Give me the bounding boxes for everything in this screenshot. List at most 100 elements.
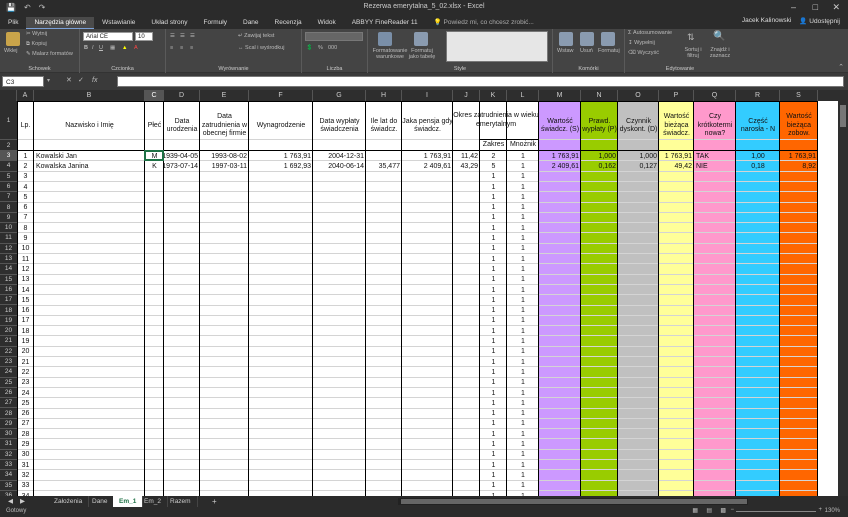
- cell-l[interactable]: 1: [507, 182, 539, 192]
- cell-k[interactable]: 1: [480, 306, 507, 316]
- cell-s[interactable]: 8,92: [780, 161, 818, 171]
- vertical-scroll-thumb[interactable]: [840, 105, 846, 127]
- column-header-L[interactable]: L: [507, 90, 539, 101]
- cell-p[interactable]: 49,42: [659, 161, 694, 171]
- cell-k[interactable]: 1: [480, 326, 507, 336]
- name-box-dropdown-icon[interactable]: ▾: [47, 77, 50, 84]
- tab-4[interactable]: Formuły: [196, 17, 235, 29]
- sort-filter-button[interactable]: Sortuj i filtruj: [680, 47, 706, 59]
- cell-k[interactable]: 1: [480, 347, 507, 357]
- cell-k[interactable]: 1: [480, 264, 507, 274]
- sort-filter-icon[interactable]: ⇅: [687, 32, 695, 43]
- row-header-18[interactable]: 18: [0, 306, 17, 316]
- row-header-29[interactable]: 29: [0, 419, 17, 430]
- cell-lp[interactable]: 26: [17, 409, 34, 419]
- cell-pension[interactable]: 1 763,91: [402, 151, 453, 161]
- align-left-icon[interactable]: ≡: [170, 45, 173, 51]
- row-header-3[interactable]: 3: [0, 151, 17, 162]
- row-header-34[interactable]: 34: [0, 470, 17, 481]
- fill-color-icon[interactable]: ▲: [122, 45, 127, 51]
- align-middle-icon[interactable]: ☰: [180, 33, 185, 39]
- cell-l[interactable]: 1: [507, 357, 539, 367]
- cell-k[interactable]: 1: [480, 233, 507, 243]
- column-header-F[interactable]: F: [249, 90, 313, 101]
- cell-hire[interactable]: 1993-08-02: [200, 151, 249, 161]
- zoom-slider[interactable]: [736, 511, 816, 512]
- horizontal-scroll-thumb[interactable]: [401, 499, 747, 504]
- cell-lp[interactable]: 32: [17, 470, 34, 480]
- cell-l[interactable]: 1: [507, 192, 539, 202]
- format-cells-icon[interactable]: [601, 32, 615, 46]
- cell-salary[interactable]: 1 763,91: [249, 151, 313, 161]
- column-header-O[interactable]: O: [618, 90, 659, 101]
- cell-lp[interactable]: 31: [17, 460, 34, 470]
- format-table-icon[interactable]: [414, 32, 428, 46]
- cell-payout[interactable]: 2040-06-14: [313, 161, 366, 171]
- underline-icon[interactable]: U: [99, 45, 103, 51]
- cell-l[interactable]: 1: [507, 481, 539, 491]
- cell-p[interactable]: 1 763,91: [659, 151, 694, 161]
- cell-lp[interactable]: 15: [17, 295, 34, 305]
- row-header-26[interactable]: 26: [0, 388, 17, 399]
- sheet-tab-4[interactable]: Razem: [164, 496, 198, 507]
- cell-l[interactable]: 1: [507, 223, 539, 233]
- paste-icon[interactable]: [6, 32, 20, 46]
- cell-lp[interactable]: 24: [17, 388, 34, 398]
- column-header-R[interactable]: R: [736, 90, 780, 101]
- cell-lp[interactable]: 8: [17, 223, 34, 233]
- cell-k[interactable]: 1: [480, 367, 507, 377]
- format-painter-button[interactable]: ✎ Malarz formatów: [26, 51, 73, 57]
- cancel-icon[interactable]: ✕: [66, 76, 72, 84]
- cell-k[interactable]: 1: [480, 357, 507, 367]
- cell-lp[interactable]: 6: [17, 203, 34, 213]
- cell-l[interactable]: 1: [507, 429, 539, 439]
- cell-q[interactable]: TAK: [694, 151, 736, 161]
- cell-k[interactable]: 1: [480, 419, 507, 429]
- italic-icon[interactable]: I: [92, 45, 94, 51]
- cell-l[interactable]: 1: [507, 439, 539, 449]
- column-header-I[interactable]: I: [402, 90, 453, 101]
- row-header-15[interactable]: 15: [0, 275, 17, 285]
- cell-k[interactable]: 1: [480, 254, 507, 264]
- align-right-icon[interactable]: ≡: [190, 45, 193, 51]
- cell-n[interactable]: 0,162: [581, 161, 618, 171]
- cell-k[interactable]: 1: [480, 388, 507, 398]
- tab-6[interactable]: Recenzja: [267, 17, 310, 29]
- row-header-2[interactable]: 2: [0, 140, 17, 151]
- add-sheet-button[interactable]: +: [206, 496, 223, 507]
- row-header-17[interactable]: 17: [0, 295, 17, 306]
- cell-l[interactable]: 1: [507, 336, 539, 346]
- cell-l[interactable]: 1: [507, 450, 539, 460]
- cell-l[interactable]: 1: [507, 275, 539, 285]
- cell-q[interactable]: NIE: [694, 161, 736, 171]
- cell-birth[interactable]: 1973-07-14: [164, 161, 200, 171]
- share-button[interactable]: 👤 Udostępnij: [799, 17, 840, 25]
- row-header-23[interactable]: 23: [0, 357, 17, 368]
- cell-l[interactable]: 1: [507, 398, 539, 408]
- cell-l[interactable]: 1: [507, 419, 539, 429]
- cell-lp[interactable]: 12: [17, 264, 34, 274]
- column-header-D[interactable]: D: [164, 90, 200, 101]
- row-header-14[interactable]: 14: [0, 264, 17, 275]
- cell-lp[interactable]: 17: [17, 316, 34, 326]
- format-table-button[interactable]: Formatuj jako tabelę: [406, 48, 438, 60]
- font-size-box[interactable]: 10: [135, 32, 153, 41]
- align-bottom-icon[interactable]: ☰: [190, 33, 195, 39]
- cell-sex[interactable]: K: [145, 161, 164, 171]
- cell-lp[interactable]: 29: [17, 439, 34, 449]
- cell-r[interactable]: 0,18: [736, 161, 780, 171]
- font-color-icon[interactable]: A: [134, 45, 138, 51]
- column-header-J[interactable]: J: [453, 90, 480, 101]
- cell-l[interactable]: 1: [507, 172, 539, 182]
- align-center-icon[interactable]: ≡: [180, 45, 183, 51]
- cell-l[interactable]: 1: [507, 285, 539, 295]
- cell-lp[interactable]: 13: [17, 275, 34, 285]
- cell-j[interactable]: 11,42: [453, 151, 480, 161]
- cell-k[interactable]: 1: [480, 316, 507, 326]
- cell-lp[interactable]: 5: [17, 192, 34, 202]
- cell-years[interactable]: [366, 151, 402, 161]
- row-header-6[interactable]: 6: [0, 182, 17, 193]
- wrap-text-button[interactable]: ↵ Zawijaj tekst: [238, 33, 274, 39]
- styles-gallery[interactable]: [446, 31, 548, 62]
- column-header-S[interactable]: S: [780, 90, 818, 101]
